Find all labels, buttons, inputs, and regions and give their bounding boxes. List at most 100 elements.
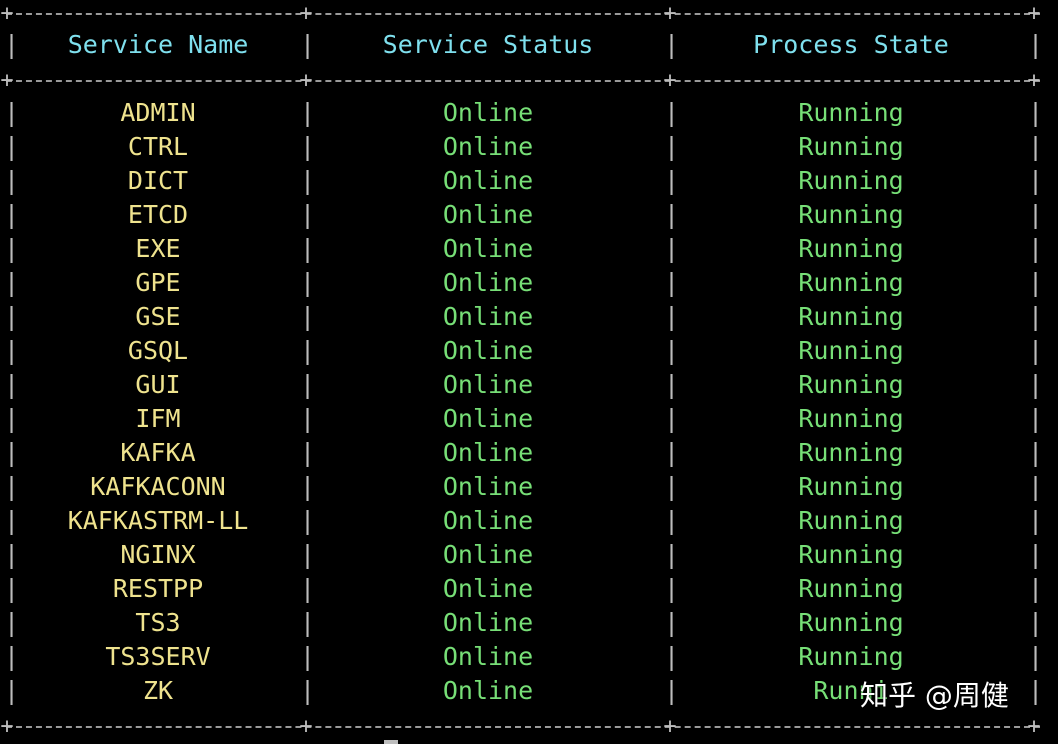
- border-junction: +: [663, 68, 677, 93]
- column-separator: |: [1028, 676, 1044, 705]
- service-name-cell: ETCD: [127, 200, 189, 229]
- service-name-cell: TS3: [135, 608, 181, 637]
- table-row: | DICT | Online | Running |: [0, 164, 1058, 198]
- border-corner: +: [1027, 68, 1041, 93]
- service-status-cell: Online: [442, 404, 534, 433]
- process-state-cell: Running: [798, 472, 904, 501]
- table-row: | EXE | Online | Running |: [0, 232, 1058, 266]
- table-row: | NGINX | Online | Running |: [0, 538, 1058, 572]
- header-service-status: Service Status: [382, 30, 594, 59]
- process-state-cell: Running: [798, 132, 904, 161]
- process-state-cell: Running: [798, 574, 904, 603]
- table-header-row: | Service Name | Service Status | Proces…: [0, 28, 1058, 62]
- table-row: | ETCD | Online | Running |: [0, 198, 1058, 232]
- service-name-cell: CTRL: [127, 132, 189, 161]
- service-status-cell: Online: [442, 268, 534, 297]
- header-process-state: Process State: [753, 30, 949, 59]
- border-corner: +: [0, 714, 14, 739]
- service-name-cell: EXE: [135, 234, 181, 263]
- service-status-cell: Online: [442, 676, 534, 705]
- table-bottom-border: [6, 726, 1040, 728]
- table-row: | CTRL | Online | Running |: [0, 130, 1058, 164]
- table-row: | GPE | Online | Running |: [0, 266, 1058, 300]
- table-row: | TS3SERV | Online | Running |: [0, 640, 1058, 674]
- table-row: | GSQL | Online | Running |: [0, 334, 1058, 368]
- process-state-cell: Running: [798, 506, 904, 535]
- table-row: | ADMIN | Online | Running |: [0, 96, 1058, 130]
- service-name-cell: KAFKACONN: [90, 472, 226, 501]
- table-row: | IFM | Online | Running |: [0, 402, 1058, 436]
- service-name-cell: NGINX: [120, 540, 196, 569]
- service-status-cell: Online: [442, 438, 534, 467]
- process-state-cell: Running: [798, 540, 904, 569]
- table-header-divider: [6, 80, 1040, 82]
- service-name-cell: GSQL: [127, 336, 189, 365]
- service-name-cell: TS3SERV: [105, 642, 211, 671]
- service-status-cell: Online: [442, 132, 534, 161]
- column-separator: |: [1028, 336, 1044, 365]
- table-top-border: [6, 13, 1040, 15]
- border-junction: +: [663, 714, 677, 739]
- service-name-cell: ZK: [142, 676, 174, 705]
- process-state-cell: Running: [798, 98, 904, 127]
- column-separator: |: [1028, 574, 1044, 603]
- process-state-cell: Running: [798, 234, 904, 263]
- table-row: | GUI | Online | Running |: [0, 368, 1058, 402]
- process-state-cell: Running: [798, 404, 904, 433]
- service-name-cell: DICT: [127, 166, 189, 195]
- column-separator: |: [1028, 132, 1044, 161]
- column-separator: |: [1028, 540, 1044, 569]
- column-separator: |: [1028, 438, 1044, 467]
- service-status-cell: Online: [442, 472, 534, 501]
- service-status-cell: Online: [442, 302, 534, 331]
- process-state-cell: Running: [798, 608, 904, 637]
- process-state-cell: Running: [798, 370, 904, 399]
- border-corner: +: [0, 1, 14, 26]
- service-status-cell: Online: [442, 370, 534, 399]
- service-status-cell: Online: [442, 336, 534, 365]
- column-separator: |: [1028, 608, 1044, 637]
- service-status-cell: Online: [442, 642, 534, 671]
- service-status-cell: Online: [442, 540, 534, 569]
- column-separator: |: [1028, 166, 1044, 195]
- column-separator: |: [1028, 98, 1044, 127]
- service-status-cell: Online: [442, 98, 534, 127]
- column-separator: |: [1028, 506, 1044, 535]
- service-name-cell: RESTPP: [112, 574, 204, 603]
- terminal-cursor: [384, 740, 398, 744]
- border-junction: +: [299, 68, 313, 93]
- border-corner: +: [1027, 1, 1041, 26]
- column-separator: |: [1028, 404, 1044, 433]
- service-status-cell: Online: [442, 574, 534, 603]
- process-state-cell: Running: [798, 166, 904, 195]
- service-name-cell: GPE: [135, 268, 181, 297]
- process-state-cell: Running: [798, 642, 904, 671]
- border-junction: +: [663, 1, 677, 26]
- column-separator: |: [1028, 370, 1044, 399]
- column-separator: |: [1028, 302, 1044, 331]
- service-name-cell: ADMIN: [120, 98, 196, 127]
- process-state-cell: Running: [798, 200, 904, 229]
- watermark-text: 知乎 @周健: [860, 679, 1009, 712]
- service-status-cell: Online: [442, 506, 534, 535]
- column-separator: |: [1028, 30, 1044, 59]
- service-name-cell: GUI: [135, 370, 181, 399]
- border-corner: +: [0, 68, 14, 93]
- service-status-cell: Online: [442, 608, 534, 637]
- column-separator: |: [1028, 234, 1044, 263]
- service-name-cell: IFM: [135, 404, 181, 433]
- service-status-cell: Online: [442, 166, 534, 195]
- table-row: | RESTPP | Online | Running |: [0, 572, 1058, 606]
- header-service-name: Service Name: [67, 30, 249, 59]
- column-separator: |: [1028, 268, 1044, 297]
- terminal-window: + + + + | Service Name | Service Status …: [0, 0, 1058, 744]
- service-status-cell: Online: [442, 234, 534, 263]
- table-row: | GSE | Online | Running |: [0, 300, 1058, 334]
- service-name-cell: KAFKASTRM-LL: [67, 506, 249, 535]
- column-separator: |: [1028, 642, 1044, 671]
- border-junction: +: [299, 1, 313, 26]
- service-name-cell: GSE: [135, 302, 181, 331]
- column-separator: |: [1028, 200, 1044, 229]
- table-row: | KAFKA | Online | Running |: [0, 436, 1058, 470]
- process-state-cell: Running: [798, 268, 904, 297]
